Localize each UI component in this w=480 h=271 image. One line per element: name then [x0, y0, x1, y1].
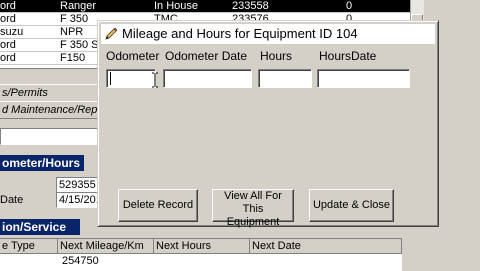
hours-date-input[interactable]	[317, 69, 410, 88]
dialog-title-bar[interactable]: Mileage and Hours for Equipment ID 104	[101, 24, 435, 44]
filter-input[interactable]	[0, 128, 112, 145]
next-mileage-column-header[interactable]: Next Mileage/Km	[58, 239, 154, 254]
inspection-service-heading: ion/Service	[0, 219, 80, 235]
vehicle-model: Ranger	[60, 0, 97, 12]
vehicle-number: 233558	[232, 0, 269, 12]
view-all-for-equipment-button[interactable]: View All For This Equipment	[212, 189, 294, 228]
hours-input[interactable]	[258, 69, 312, 88]
text-caret	[110, 72, 111, 85]
vehicle-make: ord	[0, 0, 16, 12]
odometer-date-label: Date	[0, 194, 24, 206]
vehicle-department: In House	[154, 0, 199, 12]
current-odometer-field: 529355	[56, 177, 100, 193]
vehicle-make: ord	[0, 13, 16, 25]
odometer-input[interactable]	[106, 69, 156, 88]
odometer-date-label: Odometer Date	[165, 49, 248, 63]
odometer-date-input[interactable]	[163, 69, 252, 88]
vehicle-status: 0	[346, 0, 353, 12]
odometer-label: Odometer	[106, 49, 160, 63]
delete-record-button[interactable]: Delete Record	[118, 189, 198, 222]
service-table: e Type Next Mileage/Km Next Hours Next D…	[0, 238, 402, 271]
pencil-icon	[105, 27, 118, 40]
service-type-column-header[interactable]: e Type	[0, 239, 58, 254]
odometer-hours-heading: ometer/Hours	[0, 155, 84, 171]
next-date-column-header[interactable]: Next Date	[250, 239, 402, 254]
next-mileage-cell[interactable]: 254750	[62, 255, 99, 267]
vehicle-make: ord	[0, 39, 16, 51]
next-hours-column-header[interactable]: Next Hours	[154, 239, 250, 254]
mileage-hours-dialog: Mileage and Hours for Equipment ID 104 O…	[97, 20, 439, 228]
vehicle-row[interactable]: ord Ranger In House 233558 0	[0, 0, 410, 13]
ibeam-cursor-icon	[152, 72, 158, 88]
vehicle-make: suzu	[0, 26, 24, 38]
update-and-close-button[interactable]: Update & Close	[309, 189, 394, 222]
dialog-title: Mileage and Hours for Equipment ID 104	[122, 26, 358, 41]
hours-label: Hours	[260, 49, 293, 63]
hours-date-label: HoursDate	[319, 49, 377, 63]
vehicle-make: ord	[0, 52, 16, 64]
